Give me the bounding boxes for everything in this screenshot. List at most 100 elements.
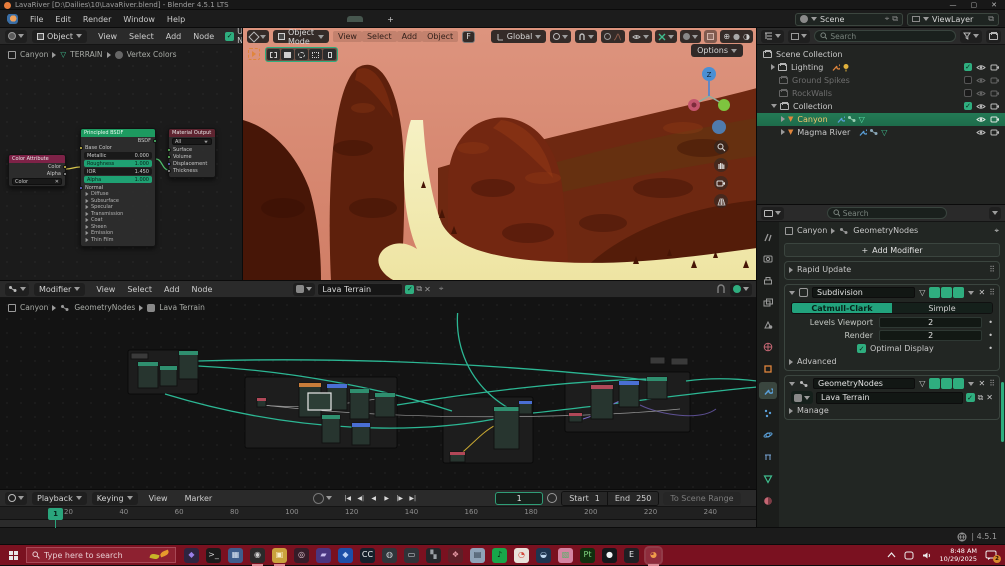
overlay-toggle-dropdown[interactable]: [730, 283, 752, 296]
collapse-icon[interactable]: [789, 382, 795, 386]
socket-icon[interactable]: [167, 162, 171, 166]
eye-icon[interactable]: [976, 90, 986, 97]
taskbar-app-photoshop[interactable]: Pt: [580, 548, 595, 563]
notification-center-button[interactable]: 2: [985, 550, 997, 560]
taskbar-search[interactable]: Type here to search: [26, 547, 176, 563]
display-mode-dropdown[interactable]: [761, 30, 784, 43]
modifier-display-toggles[interactable]: [929, 287, 964, 298]
annotate-tool-button[interactable]: [248, 48, 260, 60]
fake-user-shield-button[interactable]: ✓: [966, 393, 975, 402]
menu-item[interactable]: Node: [186, 283, 219, 296]
taskbar-app-display[interactable]: ▭: [404, 548, 419, 563]
editor-type-button[interactable]: [5, 492, 27, 505]
outliner-row-collection[interactable]: Collection ✓: [757, 100, 1005, 113]
animate-dot[interactable]: •: [988, 331, 993, 340]
snap-magnet-icon[interactable]: [716, 284, 726, 294]
workspace-tab[interactable]: [267, 16, 283, 22]
outliner-row-rockwalls[interactable]: RockWalls: [757, 87, 1005, 100]
catmull-clark-button[interactable]: Catmull-Clark: [792, 303, 892, 313]
tweak-tool-button[interactable]: [267, 49, 280, 60]
tab-modifiers[interactable]: [759, 382, 777, 399]
chevron-down-icon[interactable]: [968, 290, 974, 296]
add-modifier-button[interactable]: +Add Modifier: [784, 243, 1000, 257]
copy-icon[interactable]: ⧉: [892, 14, 898, 24]
filter-type-dropdown[interactable]: [788, 30, 810, 43]
menu-item[interactable]: Add: [397, 31, 423, 42]
select-box-tool-button[interactable]: [281, 49, 294, 60]
scene-selector[interactable]: Scene ⌖ ⧉: [795, 13, 903, 26]
outliner-row-ground-spikes[interactable]: Ground Spikes: [757, 74, 1005, 87]
proportional-edit-button[interactable]: [601, 30, 625, 43]
simple-button[interactable]: Simple: [892, 303, 992, 313]
taskbar-app-calculator[interactable]: ▦: [228, 548, 243, 563]
xray-toggle[interactable]: [704, 30, 717, 43]
node-material-output[interactable]: Material Output All SurfaceVolumeDisplac…: [168, 128, 216, 178]
viewport-3d[interactable]: Object Mode ViewSelectAddObject F Global: [243, 28, 757, 281]
orientation-dropdown[interactable]: Global: [491, 30, 547, 43]
workspace-tab[interactable]: [219, 16, 235, 22]
node-slider[interactable]: Alpha1.000: [84, 176, 152, 183]
menu-item[interactable]: Edit: [49, 13, 77, 26]
taskbar-app-resolve[interactable]: ▰: [316, 548, 331, 563]
rapid-update-panel[interactable]: Rapid Update ⠿: [784, 261, 1000, 280]
menu-item[interactable]: Select: [123, 30, 160, 43]
node-tree-type-button[interactable]: [293, 283, 315, 296]
camera-view-dot[interactable]: [712, 120, 726, 134]
collapse-icon[interactable]: [771, 104, 777, 108]
tab-object[interactable]: [759, 360, 777, 377]
stopwatch-icon[interactable]: [547, 493, 557, 503]
taskbar-app-chrome[interactable]: ◔: [514, 548, 529, 563]
node-slider[interactable]: Metallic0.000: [84, 152, 152, 159]
edit-mode-toggle-icon[interactable]: ▽: [919, 379, 925, 388]
eye-icon[interactable]: [976, 77, 986, 84]
tab-output[interactable]: [759, 272, 777, 289]
socket-color[interactable]: [63, 165, 67, 169]
playhead[interactable]: 1: [48, 508, 63, 520]
drag-handle-icon[interactable]: ⠿: [989, 379, 995, 388]
manage-section-label[interactable]: Manage: [797, 406, 829, 415]
taskbar-app-paint[interactable]: ❖: [448, 548, 463, 563]
taskbar-app-github[interactable]: ●: [602, 548, 617, 563]
taskbar-app-drive[interactable]: ◆: [338, 548, 353, 563]
workspace-tab[interactable]: [235, 16, 251, 22]
socket-icon[interactable]: [167, 148, 171, 152]
add-workspace-button[interactable]: +: [381, 13, 400, 26]
properties-search-input[interactable]: [843, 209, 941, 218]
eye-icon[interactable]: [976, 129, 986, 136]
properties-search[interactable]: [827, 207, 947, 219]
viewlayer-name[interactable]: ViewLayer: [932, 15, 985, 24]
expand-icon[interactable]: [781, 116, 785, 122]
editor-type-button[interactable]: [5, 30, 27, 43]
jump-to-start-button[interactable]: |◀: [342, 493, 353, 504]
expand-icon[interactable]: [781, 129, 785, 135]
outliner-row-lighting[interactable]: Lighting ✓: [757, 61, 1005, 74]
animate-dot[interactable]: •: [988, 318, 993, 327]
tray-expand-chevron-icon[interactable]: [887, 552, 896, 558]
taskbar-app-camera-tool[interactable]: ◎: [294, 548, 309, 563]
outliner-row-canyon[interactable]: ▼Canyon ▽: [757, 113, 1005, 126]
workspace-tab[interactable]: [347, 16, 363, 22]
color-attribute-name-field[interactable]: Color✕: [12, 178, 62, 185]
drag-handle-icon[interactable]: ⠿: [989, 288, 995, 297]
editor-type-button[interactable]: [761, 207, 784, 220]
timeline-ruler[interactable]: 20406080100120140160180200220240: [0, 507, 757, 520]
expand-icon[interactable]: [789, 267, 793, 273]
select-box-tool-group[interactable]: [265, 47, 338, 62]
eye-icon[interactable]: [976, 103, 986, 110]
socket-icon[interactable]: [167, 169, 171, 173]
taskbar-clock[interactable]: 8:48 AM 10/29/2025: [940, 547, 977, 564]
copy-icon[interactable]: ⧉: [416, 284, 422, 294]
expand-icon[interactable]: [789, 408, 793, 414]
pan-hand-icon[interactable]: [714, 158, 728, 172]
gizmo-toggle-dropdown[interactable]: [655, 30, 677, 43]
node-slider[interactable]: Roughness1.000: [84, 160, 152, 167]
taskbar-app-terminal[interactable]: >_: [206, 548, 221, 563]
workspace-tab[interactable]: [283, 16, 299, 22]
navigation-gizmo[interactable]: Z: [685, 64, 733, 116]
options-button[interactable]: Options: [691, 44, 743, 57]
taskbar-app-blender[interactable]: ◕: [646, 548, 661, 563]
taskbar-app-file-explorer[interactable]: ▣: [272, 548, 287, 563]
tab-view-layer[interactable]: [759, 294, 777, 311]
modifier-display-toggles[interactable]: [929, 378, 964, 389]
camera-icon[interactable]: [990, 128, 1000, 136]
